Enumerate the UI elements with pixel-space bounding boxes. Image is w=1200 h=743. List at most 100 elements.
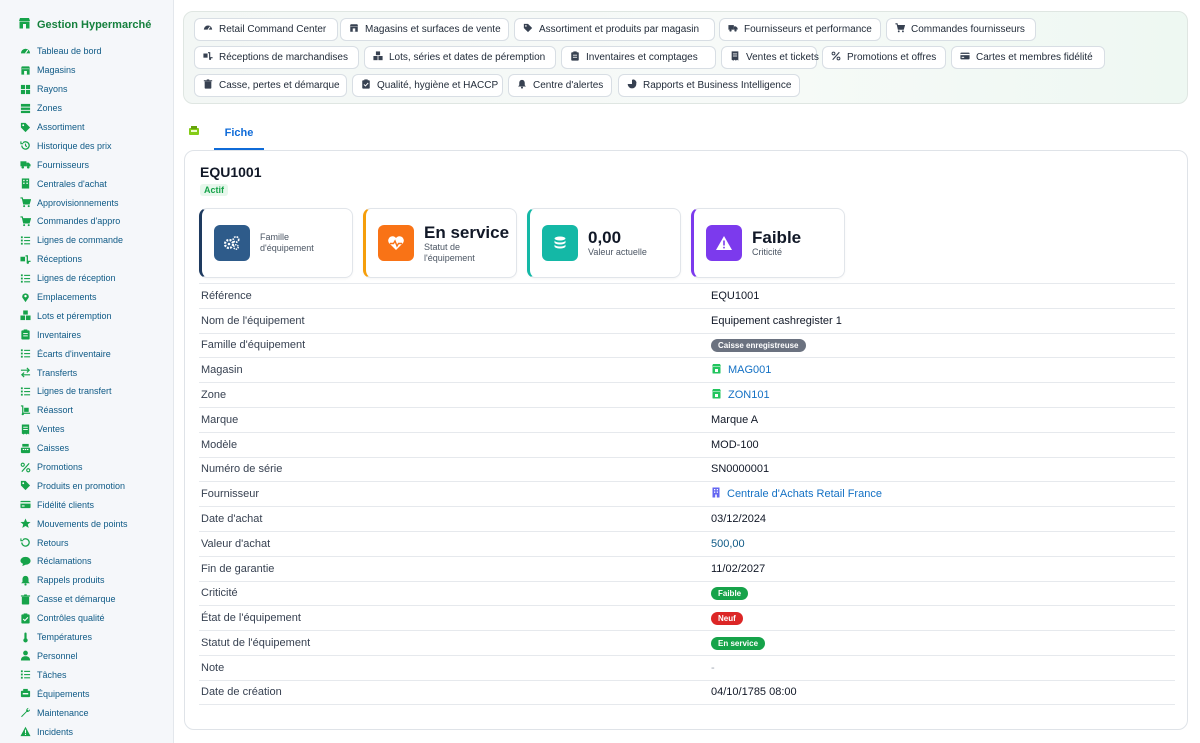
sidebar-item-casse-et-demarque[interactable]: Casse et démarque xyxy=(0,590,173,609)
nav-chip-11[interactable]: Cartes et membres fidélité xyxy=(951,46,1105,69)
kpi-value-label: Valeur actuelle xyxy=(588,247,647,257)
nav-chip-10[interactable]: Promotions et offres xyxy=(822,46,946,69)
family-badge: Caisse enregistreuse xyxy=(711,338,806,352)
sidebar-item-label: Produits en promotion xyxy=(37,480,126,491)
nav-chip-12[interactable]: Casse, pertes et démarque xyxy=(194,74,347,97)
star-icon xyxy=(20,518,31,529)
nav-chip-8[interactable]: Inventaires et comptages xyxy=(561,46,716,69)
sidebar-item-label: Températures xyxy=(37,632,93,643)
nav-chip-13[interactable]: Qualité, hygiène et HACCP xyxy=(352,74,503,97)
sidebar-item-historique-des-prix[interactable]: Historique des prix xyxy=(0,136,173,155)
nav-chip-9[interactable]: Ventes et tickets xyxy=(721,46,819,69)
kpi-criticality: Faible Criticité xyxy=(691,208,845,278)
sidebar-item-zones[interactable]: Zones xyxy=(0,99,173,118)
building-icon xyxy=(711,487,721,501)
sidebar-item-lignes-de-reception[interactable]: Lignes de réception xyxy=(0,269,173,288)
sidebar-item-ecarts-d-inventaire[interactable]: Écarts d'inventaire xyxy=(0,344,173,363)
equipment-icon xyxy=(188,124,200,142)
sidebar-item-label: Commandes d'appro xyxy=(37,216,121,227)
sidebar-item-taches[interactable]: Tâches xyxy=(0,665,173,684)
field-label: Fournisseur xyxy=(201,488,260,501)
sidebar-item-temperatures[interactable]: Températures xyxy=(0,628,173,647)
row-reference: Référence EQU1001 xyxy=(199,283,1175,308)
sidebar-item-equipements[interactable]: Équipements xyxy=(0,684,173,703)
nav-chip-3[interactable]: Assortiment et produits par magasin xyxy=(514,18,715,41)
store-icon xyxy=(711,363,722,377)
zone-link[interactable]: ZON101 xyxy=(728,389,770,401)
sidebar-item-label: Incidents xyxy=(37,726,74,737)
row-created: Date de création 04/10/1785 08:00 xyxy=(199,679,1175,705)
sidebar-item-retours[interactable]: Retours xyxy=(0,533,173,552)
warning-icon xyxy=(706,225,742,261)
sidebar-item-transferts[interactable]: Transferts xyxy=(0,363,173,382)
clipboard-icon xyxy=(20,329,31,340)
sidebar-item-label: Personnel xyxy=(37,650,78,661)
nav-chip-label: Lots, séries et dates de péremption xyxy=(389,52,546,63)
sidebar-item-emplacements[interactable]: Emplacements xyxy=(0,288,173,307)
sidebar-item-receptions[interactable]: Réceptions xyxy=(0,250,173,269)
sidebar-item-promotions[interactable]: Promotions xyxy=(0,458,173,477)
sidebar-item-lots-et-peremption[interactable]: Lots et péremption xyxy=(0,306,173,325)
sidebar-item-inventaires[interactable]: Inventaires xyxy=(0,325,173,344)
store-link[interactable]: MAG001 xyxy=(728,364,771,376)
sidebar-item-rayons[interactable]: Rayons xyxy=(0,80,173,99)
undo-icon xyxy=(20,537,31,548)
module-navigation: Retail Command Center Magasins et surface… xyxy=(183,11,1188,104)
nav-chip-2[interactable]: Magasins et surfaces de vente xyxy=(340,18,509,41)
truck-icon xyxy=(20,159,31,170)
supplier-link[interactable]: Centrale d'Achats Retail France xyxy=(727,488,882,500)
tags-icon xyxy=(523,23,533,36)
sidebar-item-ventes[interactable]: Ventes xyxy=(0,420,173,439)
wrench-icon xyxy=(20,707,31,718)
row-note: Note - xyxy=(199,654,1175,680)
sidebar-item-fournisseurs[interactable]: Fournisseurs xyxy=(0,155,173,174)
field-label: Date de création xyxy=(201,686,282,699)
sidebar-item-incidents[interactable]: Incidents xyxy=(0,722,173,741)
row-condition: État de l'équipement Neuf xyxy=(199,605,1175,630)
tab-fiche[interactable]: Fiche xyxy=(214,118,264,150)
nav-chip-4[interactable]: Fournisseurs et performance xyxy=(719,18,881,41)
trash-icon xyxy=(20,594,31,605)
sidebar-item-produits-en-promotion[interactable]: Produits en promotion xyxy=(0,476,173,495)
sidebar-item-magasins[interactable]: Magasins xyxy=(0,61,173,80)
brand[interactable]: Gestion Hypermarché xyxy=(0,18,173,36)
sidebar-item-commandes-d-appro[interactable]: Commandes d'appro xyxy=(0,212,173,231)
nav-chip-7[interactable]: Lots, séries et dates de péremption xyxy=(364,46,556,69)
row-purchase-date: Date d'achat 03/12/2024 xyxy=(199,506,1175,531)
sidebar-item-mouvements-de-points[interactable]: Mouvements de points xyxy=(0,514,173,533)
nav-chip-6[interactable]: Réceptions de marchandises xyxy=(194,46,359,69)
sidebar-item-controles-qualite[interactable]: Contrôles qualité xyxy=(0,609,173,628)
sidebar-item-fidelite-clients[interactable]: Fidélité clients xyxy=(0,495,173,514)
sidebar-item-label: Rayons xyxy=(37,84,68,95)
sidebar-item-reassort[interactable]: Réassort xyxy=(0,401,173,420)
kpi-value: 0,00 Valeur actuelle xyxy=(527,208,681,278)
sidebar-item-rappels-produits[interactable]: Rappels produits xyxy=(0,571,173,590)
nav-chip-14[interactable]: Centre d'alertes xyxy=(508,74,612,97)
nav-chip-5[interactable]: Commandes fournisseurs xyxy=(886,18,1036,41)
sidebar-item-centrales-d-achat[interactable]: Centrales d'achat xyxy=(0,174,173,193)
sidebar-item-maintenance[interactable]: Maintenance xyxy=(0,703,173,722)
sidebar-item-lignes-de-transfert[interactable]: Lignes de transfert xyxy=(0,382,173,401)
nav-chip-15[interactable]: Rapports et Business Intelligence xyxy=(618,74,800,97)
sidebar-item-lignes-de-commande[interactable]: Lignes de commande xyxy=(0,231,173,250)
list-icon xyxy=(20,235,31,246)
sidebar-item-personnel[interactable]: Personnel xyxy=(0,647,173,666)
reference-value: EQU1001 xyxy=(711,289,760,302)
sidebar-item-label: Lignes de réception xyxy=(37,273,116,284)
sidebar-item-tableau-de-bord[interactable]: Tableau de bord xyxy=(0,42,173,61)
nav-chip-1[interactable]: Retail Command Center xyxy=(194,18,338,41)
sidebar-item-label: Approvisionnements xyxy=(37,197,119,208)
heartbeat-icon xyxy=(378,225,414,261)
nav-chip-label: Qualité, hygiène et HACCP xyxy=(377,80,499,91)
dolly-icon xyxy=(20,405,31,416)
sidebar-item-reclamations[interactable]: Réclamations xyxy=(0,552,173,571)
sidebar-item-assortiment[interactable]: Assortiment xyxy=(0,118,173,137)
field-label: Famille d'équipement xyxy=(201,339,306,352)
receipt-icon xyxy=(20,424,31,435)
field-label: Date d'achat xyxy=(201,513,263,526)
cart-icon xyxy=(20,197,31,208)
sidebar-item-caisses[interactable]: Caisses xyxy=(0,439,173,458)
sidebar-item-label: Historique des prix xyxy=(37,140,112,151)
sidebar-item-approvisionnements[interactable]: Approvisionnements xyxy=(0,193,173,212)
kpi-family: Famille d'équipement xyxy=(199,208,353,278)
